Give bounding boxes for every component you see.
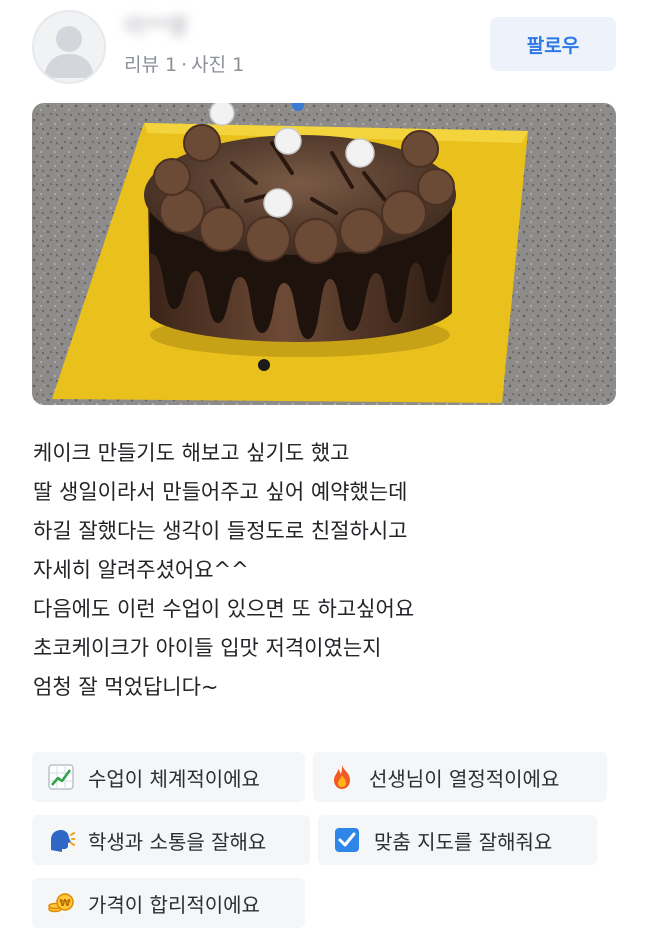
follow-button[interactable]: 팔로우 [490,17,616,71]
check-box-icon [332,825,362,855]
review-header: 이**영 리뷰 1 · 사진 1 팔로우 [32,8,616,86]
tag-custom-guidance: 맞춤 지도를 잘해줘요 [318,815,597,865]
coin-icon: ₩ [46,888,76,918]
review-line: 딸 생일이라서 만들어주고 싶어 예약했는데 [33,480,408,504]
tag-label: 수업이 체계적이에요 [88,766,260,791]
svg-text:₩: ₩ [59,898,70,909]
review-line: 하길 잘했다는 생각이 들정도로 친절하시고 [33,519,408,543]
user-stats: 리뷰 1 · 사진 1 [124,52,244,78]
tag-label: 선생님이 열정적이에요 [369,766,560,791]
review-line: 자세히 알려주셨어요^^ [33,558,249,582]
user-name[interactable]: 이**영 [124,14,202,42]
tag-passionate-teacher: 선생님이 열정적이에요 [313,752,607,802]
tag-reasonable-price: ₩ 가격이 합리적이에요 [32,878,305,928]
review-count: 리뷰 1 [124,54,178,76]
fire-icon [327,762,357,792]
tag-systematic-class: 수업이 체계적이에요 [32,752,305,802]
review-text: 케이크 만들기도 해보고 싶기도 했고 딸 생일이라서 만들어주고 싶어 예약했… [33,434,613,707]
tag-label: 학생과 소통을 잘해요 [88,829,267,854]
review-line: 초코케이크가 아이들 입맛 저격이였는지 [33,636,382,660]
speaking-head-icon [46,825,76,855]
photo-count: 사진 1 [191,54,245,76]
tag-label: 가격이 합리적이에요 [88,892,260,917]
avatar[interactable] [32,10,106,84]
review-line: 엄청 잘 먹었답니다~ [33,675,219,699]
chart-increasing-icon [46,762,76,792]
review-line: 케이크 만들기도 해보고 싶기도 했고 [33,441,350,465]
review-line: 다음에도 이런 수업이 있으면 또 하고싶어요 [33,597,415,621]
review-photo[interactable] [32,103,616,405]
tag-label: 맞춤 지도를 잘해줘요 [374,829,553,854]
stats-separator: · [181,54,188,76]
tag-good-communication: 학생과 소통을 잘해요 [32,815,310,865]
